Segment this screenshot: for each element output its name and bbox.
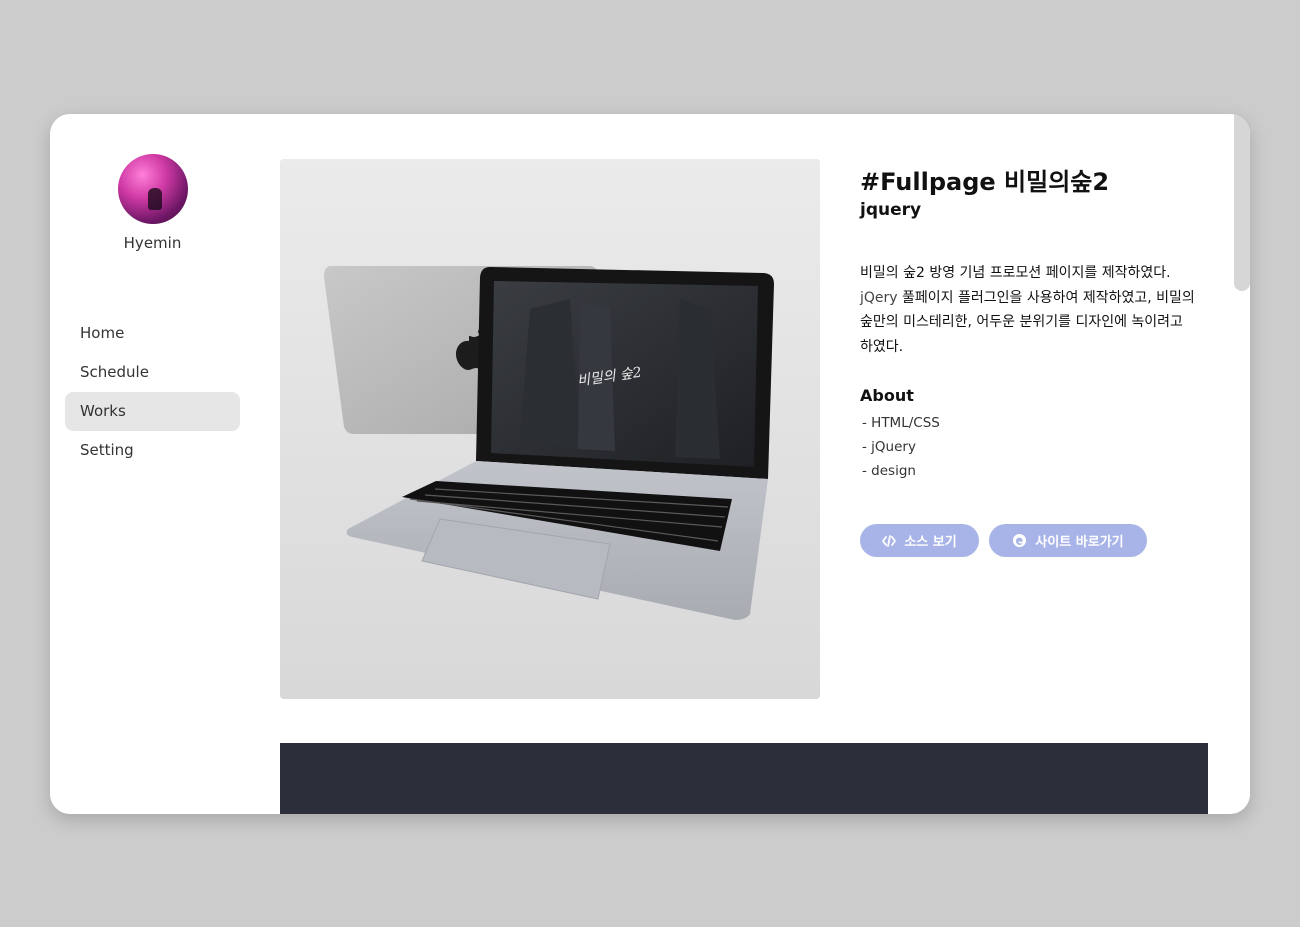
app-window: Hyemin Home Schedule Works Setting 비밀의 숲…	[50, 114, 1250, 814]
laptop-mockup: 비밀의 숲2	[280, 159, 820, 699]
sidebar-item-works[interactable]: Works	[65, 392, 240, 431]
about-item: - jQuery	[862, 439, 916, 455]
edge-browser-icon	[1013, 533, 1027, 548]
visit-site-label: 사이트 바로가기	[1035, 535, 1124, 550]
project-description: 비밀의 숲2 방영 기념 프로모션 페이지를 제작하였다. jQery 풀페이지…	[860, 261, 1196, 359]
user-name: Hyemin	[123, 234, 182, 252]
view-source-button[interactable]: 소스 보기	[860, 524, 979, 557]
scrollbar[interactable]	[1234, 114, 1250, 814]
about-item: - HTML/CSS	[862, 415, 940, 431]
description-text-1: 비밀의 숲2 방영 기념 프로모션 페이지를 제작하였다.	[860, 265, 1171, 281]
project-tech: jquery	[860, 200, 922, 220]
sidebar-item-home[interactable]: Home	[65, 314, 240, 353]
sidebar-nav: Home Schedule Works Setting	[65, 314, 240, 470]
about-heading: About	[860, 386, 914, 405]
sidebar: Hyemin Home Schedule Works Setting	[50, 114, 265, 814]
code-icon	[882, 534, 897, 547]
sidebar-item-schedule[interactable]: Schedule	[65, 353, 240, 392]
about-list: - HTML/CSS - jQuery - design	[862, 411, 940, 483]
description-highlight: jQery	[860, 289, 898, 306]
avatar[interactable]	[118, 154, 188, 224]
about-item: - design	[862, 463, 916, 479]
visit-site-button[interactable]: 사이트 바로가기	[989, 524, 1147, 557]
project-image: 비밀의 숲2	[280, 159, 820, 699]
next-section-preview	[280, 743, 1208, 814]
description-text-2: 풀페이지 플러그인을 사용하여 제작하였고, 비밀의 숲만의 미스테리한, 어두…	[860, 289, 1195, 355]
scrollbar-thumb[interactable]	[1234, 114, 1250, 291]
view-source-label: 소스 보기	[904, 535, 957, 550]
sidebar-item-setting[interactable]: Setting	[65, 431, 240, 470]
project-title: #Fullpage 비밀의숲2	[860, 168, 1110, 196]
